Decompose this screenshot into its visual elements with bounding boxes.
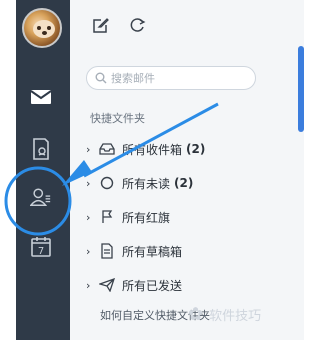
folder-label: 所有收件箱	[122, 142, 183, 157]
inbox-icon	[98, 140, 116, 158]
folder-item-all-flagged[interactable]: › 所有红旗	[86, 206, 286, 228]
chevron-right-icon[interactable]: ›	[86, 211, 96, 224]
unread-icon	[98, 174, 116, 192]
mail-icon[interactable]	[30, 86, 52, 108]
folder-item-all-sent[interactable]: › 所有已发送	[86, 274, 286, 296]
folder-item-all-unread[interactable]: › 所有未读 (2)	[86, 172, 286, 194]
window-margin	[0, 0, 16, 340]
draft-icon	[98, 242, 116, 260]
quick-folders-title: 快捷文件夹	[90, 112, 145, 125]
chevron-right-icon[interactable]: ›	[86, 177, 96, 190]
scrollbar-thumb[interactable]	[298, 46, 304, 132]
folder-count: (2)	[174, 176, 194, 190]
calendar-icon[interactable]: 7	[30, 236, 52, 258]
folder-label: 所有红旗	[122, 210, 171, 225]
sent-icon	[98, 276, 116, 294]
folder-label: 所有已发送	[122, 278, 183, 293]
chevron-right-icon[interactable]: ›	[86, 279, 96, 292]
notes-icon[interactable]	[30, 138, 52, 160]
contacts-icon[interactable]	[30, 186, 52, 208]
paw-icon: ✿	[188, 303, 204, 325]
folder-item-all-drafts[interactable]: › 所有草稿箱	[86, 240, 286, 262]
nav-rail	[16, 0, 70, 340]
watermark-text: 软件技巧	[209, 308, 262, 324]
folder-count: (2)	[186, 142, 206, 156]
flag-icon	[98, 208, 116, 226]
folder-item-all-inbox[interactable]: › 所有收件箱 (2)	[86, 138, 286, 160]
avatar-nose	[42, 31, 47, 35]
refresh-icon[interactable]	[128, 16, 146, 34]
avatar-eye-right	[47, 26, 51, 30]
chevron-right-icon[interactable]: ›	[86, 245, 96, 258]
chevron-right-icon[interactable]: ›	[86, 143, 96, 156]
folder-label: 所有未读	[122, 176, 171, 191]
search-input[interactable]: 搜索邮件	[86, 66, 256, 90]
watermark: ✿ 软件技巧	[188, 296, 304, 332]
search-placeholder: 搜索邮件	[111, 72, 155, 85]
search-icon	[95, 69, 107, 88]
edit-icon[interactable]	[92, 16, 110, 34]
folder-panel: 搜索邮件 快捷文件夹 › 所有收件箱 (2) › 所有未读 (2) › 所有红旗	[70, 0, 304, 340]
avatar[interactable]	[22, 8, 62, 48]
calendar-day: 7	[38, 246, 44, 257]
avatar-eye-left	[37, 26, 41, 30]
folder-label: 所有草稿箱	[122, 244, 183, 259]
